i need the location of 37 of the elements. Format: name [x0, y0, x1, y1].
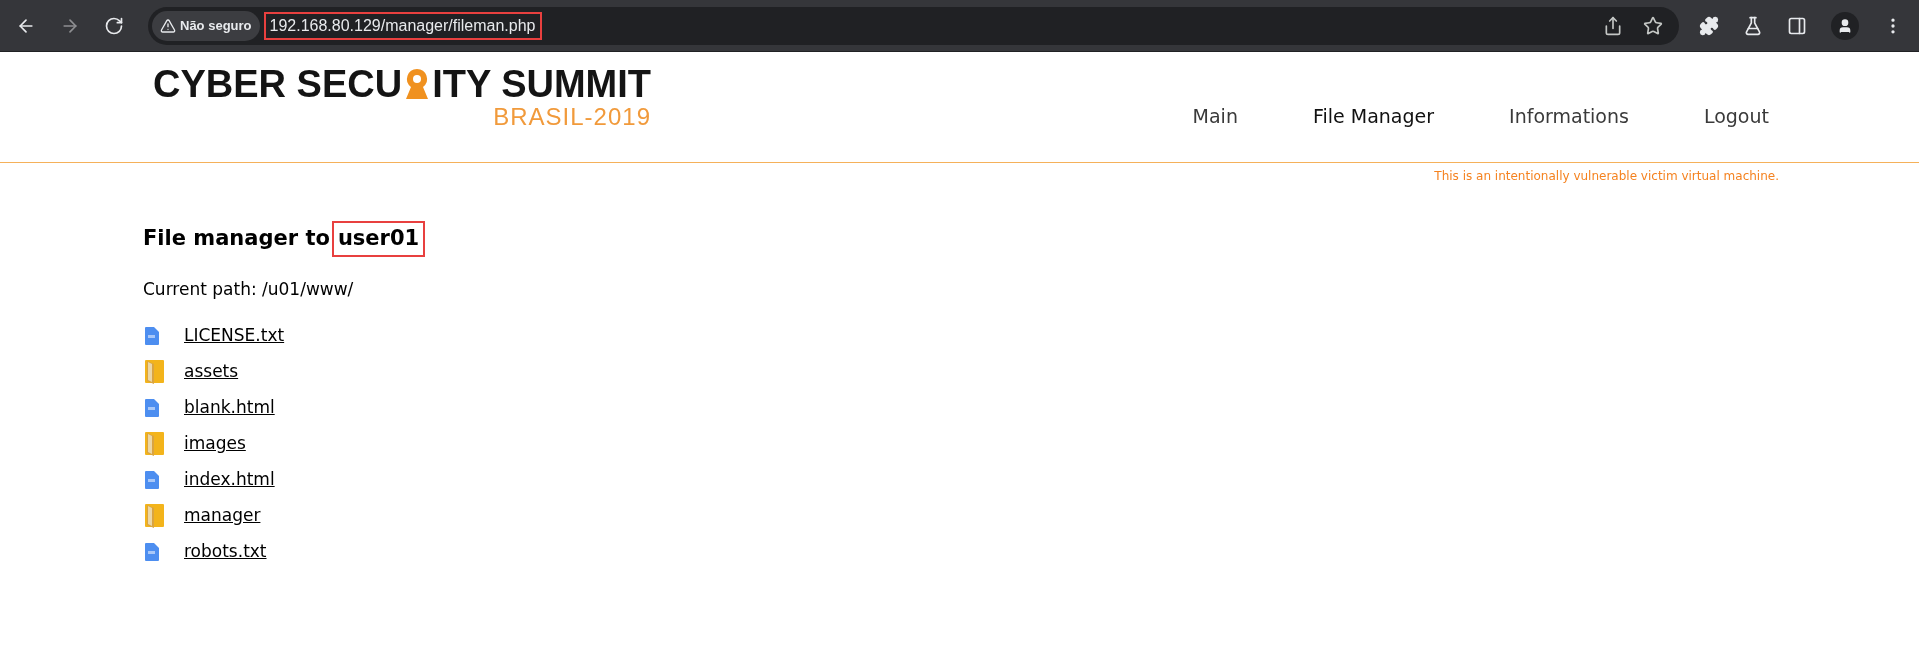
page-heading: File manager to — [143, 225, 330, 252]
document-icon — [145, 399, 159, 417]
nav-link[interactable]: Main — [1192, 102, 1238, 131]
keyhole-icon — [404, 69, 431, 99]
folder-link[interactable]: assets — [184, 359, 239, 385]
folder-icon — [145, 360, 164, 384]
reload-icon[interactable] — [104, 15, 124, 36]
flask-icon[interactable] — [1743, 15, 1763, 36]
logo-text: ITY SUMMIT — [432, 64, 651, 104]
file-link[interactable]: index.html — [184, 467, 275, 493]
address-bar[interactable]: Não seguro 192.168.80.129/manager/fileman.php — [148, 6, 1679, 45]
warning-icon — [160, 17, 176, 34]
document-icon — [145, 327, 159, 345]
nav-link[interactable]: File Manager — [1312, 102, 1435, 131]
share-icon[interactable] — [1603, 15, 1623, 36]
user-name: user01 — [331, 221, 426, 257]
file-link[interactable]: blank.html — [184, 395, 275, 421]
folder-link[interactable]: manager — [184, 503, 261, 529]
folder-icon — [145, 504, 164, 528]
side-panel-icon[interactable] — [1787, 15, 1807, 36]
file-link[interactable]: LICENSE.txt — [184, 323, 285, 349]
document-icon — [145, 543, 159, 561]
puzzle-icon[interactable] — [1699, 15, 1719, 36]
document-icon — [145, 471, 159, 489]
folder-link[interactable]: images — [184, 431, 246, 457]
logo-subtitle: BRASIL-2019 — [493, 104, 651, 130]
current-path: Current path: /u01/www/ — [143, 277, 355, 301]
notice-text: This is an intentionally vulnerable victim virtual machine. — [1434, 168, 1779, 185]
nav-link[interactable]: Informations — [1509, 102, 1629, 131]
logo-text: CYBER SECU — [153, 64, 403, 104]
nav-link[interactable]: Logout — [1703, 102, 1769, 131]
file-link[interactable]: robots.txt — [184, 539, 267, 565]
profile-icon[interactable] — [1831, 11, 1859, 40]
security-chip[interactable]: Não seguro — [152, 10, 260, 41]
folder-icon — [145, 432, 164, 456]
url-text[interactable]: 192.168.80.129/manager/fileman.php — [263, 11, 542, 40]
star-icon[interactable] — [1643, 15, 1663, 36]
